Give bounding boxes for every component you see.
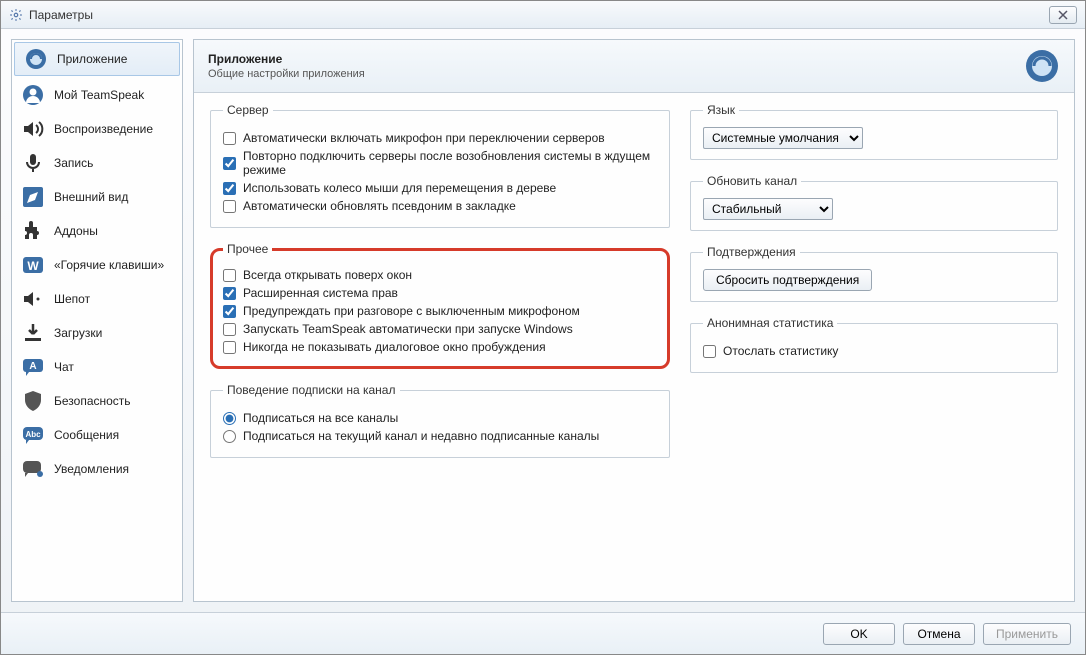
apply-button[interactable]: Применить [983, 623, 1071, 645]
server-group: Сервер Автоматически включать микрофон п… [210, 103, 670, 228]
microphone-icon [20, 150, 46, 176]
sidebar-item-design[interactable]: Внешний вид [12, 180, 182, 214]
sidebar-item-label: Шепот [54, 292, 90, 306]
teamspeak-icon [23, 46, 49, 72]
update-combo[interactable]: Стабильный [703, 198, 833, 220]
sidebar-item-application[interactable]: Приложение [14, 42, 180, 76]
svg-text:W: W [27, 259, 39, 273]
sidebar-item-label: Уведомления [54, 462, 129, 476]
confirm-legend: Подтверждения [703, 245, 800, 259]
chk-warn-muted[interactable]: Предупреждать при разговоре с выключенны… [223, 304, 657, 318]
confirm-group: Подтверждения Сбросить подтверждения [690, 245, 1058, 302]
sidebar-item-label: Воспроизведение [54, 122, 153, 136]
content-panel: Приложение Общие настройки приложения Се… [193, 39, 1075, 602]
cancel-button[interactable]: Отмена [903, 623, 975, 645]
language-group: Язык Системные умолчания [690, 103, 1058, 160]
speaker-icon [20, 116, 46, 142]
chk-always-on-top[interactable]: Всегда открывать поверх окон [223, 268, 657, 282]
whisper-icon [20, 286, 46, 312]
keyboard-icon: W [20, 252, 46, 278]
sidebar-item-whisper[interactable]: Шепот [12, 282, 182, 316]
sidebar-item-playback[interactable]: Воспроизведение [12, 112, 182, 146]
update-legend: Обновить канал [703, 174, 801, 188]
server-legend: Сервер [223, 103, 273, 117]
subscribe-legend: Поведение подписки на канал [223, 383, 400, 397]
rad-sub-all[interactable]: Подписаться на все каналы [223, 411, 659, 425]
sidebar-item-label: Безопасность [54, 394, 131, 408]
chk-autostart[interactable]: Запускать TeamSpeak автоматически при за… [223, 322, 657, 336]
anon-legend: Анонимная статистика [703, 316, 837, 330]
sidebar-item-label: Сообщения [54, 428, 119, 442]
titlebar: Параметры [1, 1, 1085, 29]
ok-button[interactable]: OK [823, 623, 895, 645]
teamspeak-icon [1024, 48, 1060, 84]
chk-reconnect[interactable]: Повторно подключить серверы после возобн… [223, 149, 659, 177]
settings-window: Параметры Приложение Мой TeamSpeak Воспр… [0, 0, 1086, 655]
sidebar-item-notifications[interactable]: Уведомления [12, 452, 182, 486]
shield-icon [20, 388, 46, 414]
chk-auto-mic[interactable]: Автоматически включать микрофон при пере… [223, 131, 659, 145]
download-icon [20, 320, 46, 346]
sidebar-item-label: Внешний вид [54, 190, 128, 204]
page-subtitle: Общие настройки приложения [208, 68, 1024, 80]
messages-icon: Abc [20, 422, 46, 448]
sidebar-item-hotkeys[interactable]: W «Горячие клавиши» [12, 248, 182, 282]
sidebar-item-messages[interactable]: Abc Сообщения [12, 418, 182, 452]
update-group: Обновить канал Стабильный [690, 174, 1058, 231]
dialog-footer: OK Отмена Применить [1, 612, 1085, 654]
sidebar-item-downloads[interactable]: Загрузки [12, 316, 182, 350]
other-legend: Прочее [223, 242, 272, 256]
subscribe-group: Поведение подписки на канал Подписаться … [210, 383, 670, 458]
sidebar: Приложение Мой TeamSpeak Воспроизведение… [11, 39, 183, 602]
sidebar-item-myteamspeak[interactable]: Мой TeamSpeak [12, 78, 182, 112]
sidebar-item-label: Аддоны [54, 224, 98, 238]
rad-sub-current[interactable]: Подписаться на текущий канал и недавно п… [223, 429, 659, 443]
reset-confirmations-button[interactable]: Сбросить подтверждения [703, 269, 872, 291]
notification-icon [20, 456, 46, 482]
sidebar-item-label: Загрузки [54, 326, 102, 340]
sidebar-item-capture[interactable]: Запись [12, 146, 182, 180]
chk-scroll-wheel[interactable]: Использовать колесо мыши для перемещения… [223, 181, 659, 195]
close-button[interactable] [1049, 6, 1077, 24]
chat-icon: A [20, 354, 46, 380]
sidebar-item-chat[interactable]: A Чат [12, 350, 182, 384]
chk-send-stats[interactable]: Отослать статистику [703, 344, 1047, 358]
content-header: Приложение Общие настройки приложения [194, 40, 1074, 93]
window-title: Параметры [29, 8, 1049, 22]
sidebar-item-addons[interactable]: Аддоны [12, 214, 182, 248]
sidebar-item-label: Приложение [57, 52, 127, 66]
sidebar-item-label: «Горячие клавиши» [54, 258, 164, 272]
anon-group: Анонимная статистика Отослать статистику [690, 316, 1058, 373]
sidebar-item-label: Запись [54, 156, 93, 170]
puzzle-icon [20, 218, 46, 244]
svg-text:Abc: Abc [25, 430, 41, 439]
chk-no-wake-dialog[interactable]: Никогда не показывать диалоговое окно пр… [223, 340, 657, 354]
chk-adv-permissions[interactable]: Расширенная система прав [223, 286, 657, 300]
svg-text:A: A [29, 361, 36, 372]
language-combo[interactable]: Системные умолчания [703, 127, 863, 149]
page-title: Приложение [208, 52, 1024, 66]
chk-update-nickname[interactable]: Автоматически обновлять псевдоним в закл… [223, 199, 659, 213]
sidebar-item-label: Чат [54, 360, 74, 374]
gear-icon [9, 8, 23, 22]
sidebar-item-label: Мой TeamSpeak [54, 88, 144, 102]
user-icon [20, 82, 46, 108]
other-group: Прочее Всегда открывать поверх окон Расш… [210, 242, 670, 369]
sidebar-item-security[interactable]: Безопасность [12, 384, 182, 418]
pen-icon [20, 184, 46, 210]
language-legend: Язык [703, 103, 739, 117]
